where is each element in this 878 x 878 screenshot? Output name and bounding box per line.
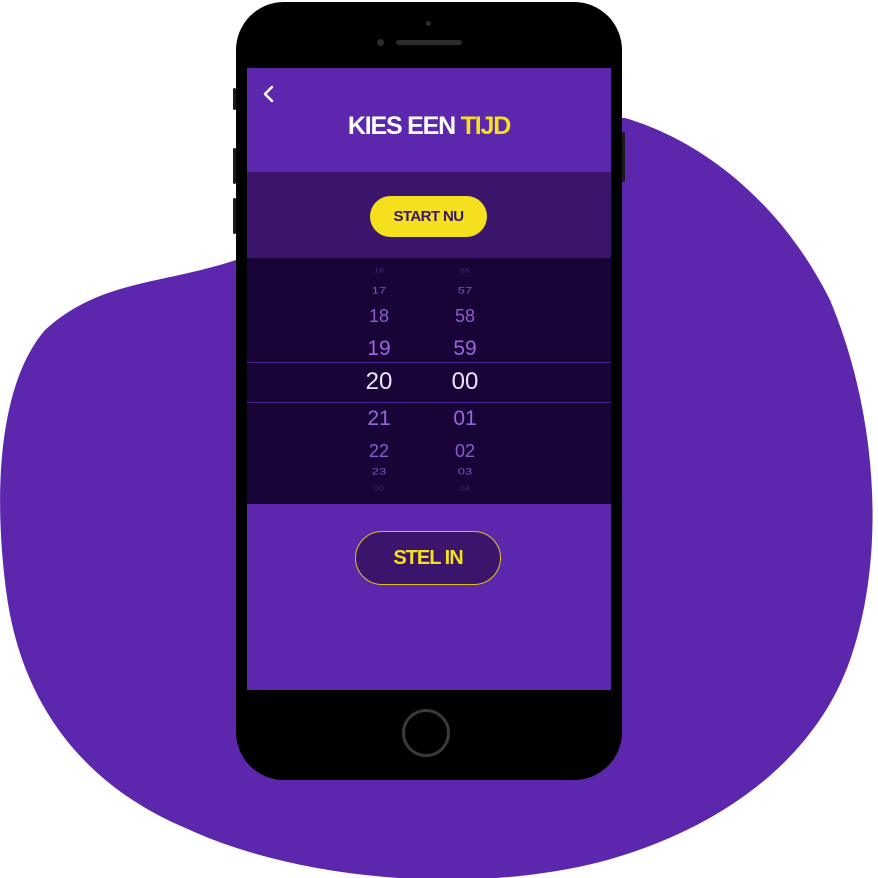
- home-button[interactable]: [402, 709, 450, 757]
- title-main: KIES EEN: [347, 112, 461, 140]
- front-camera: [377, 39, 384, 46]
- hour-option[interactable]: 19: [344, 338, 414, 359]
- minute-option[interactable]: 56: [430, 267, 500, 273]
- screen: KIES EEN TIJD START NU 16 17 18 19 20 21 22 23 0…: [247, 68, 611, 690]
- selection-line-bottom: [247, 402, 611, 403]
- hour-selected[interactable]: 20: [344, 370, 414, 394]
- hour-option[interactable]: 00: [344, 485, 414, 491]
- time-picker[interactable]: 16 17 18 19 20 21 22 23 00 56 57 58 59 00 01 02 03 04: [247, 258, 611, 504]
- page-title: KIES EEN TIJD: [247, 112, 611, 141]
- minute-option[interactable]: 58: [430, 307, 500, 325]
- minute-option[interactable]: 02: [430, 442, 500, 460]
- hour-option[interactable]: 23: [344, 467, 414, 476]
- hour-option[interactable]: 18: [344, 307, 414, 325]
- hour-option[interactable]: 22: [344, 442, 414, 460]
- minute-option[interactable]: 01: [430, 408, 500, 429]
- side-button: [233, 88, 236, 110]
- phone-frame: KIES EEN TIJD START NU 16 17 18 19 20 21 22 23 0…: [233, 2, 625, 780]
- hour-option[interactable]: 16: [344, 267, 414, 273]
- start-now-button[interactable]: START NU: [370, 196, 487, 237]
- minute-option[interactable]: 04: [430, 485, 500, 491]
- minute-wheel[interactable]: 56 57 58 59 00 01 02 03 04: [430, 258, 500, 504]
- volume-up-button: [233, 148, 236, 184]
- hour-option[interactable]: 21: [344, 408, 414, 429]
- back-button[interactable]: [259, 82, 279, 106]
- chevron-left-icon: [263, 85, 274, 103]
- selection-line-top: [247, 362, 611, 363]
- sensor: [426, 21, 431, 26]
- volume-down-button: [233, 198, 236, 234]
- minute-option[interactable]: 03: [430, 467, 500, 476]
- minute-selected[interactable]: 00: [430, 370, 500, 394]
- hour-option[interactable]: 17: [344, 286, 414, 295]
- earpiece-speaker: [396, 40, 462, 45]
- minute-option[interactable]: 59: [430, 338, 500, 359]
- minute-option[interactable]: 57: [430, 286, 500, 295]
- set-time-button[interactable]: STEL IN: [355, 531, 501, 585]
- power-button: [622, 132, 625, 182]
- hour-wheel[interactable]: 16 17 18 19 20 21 22 23 00: [344, 258, 414, 504]
- title-accent: TIJD: [460, 112, 512, 140]
